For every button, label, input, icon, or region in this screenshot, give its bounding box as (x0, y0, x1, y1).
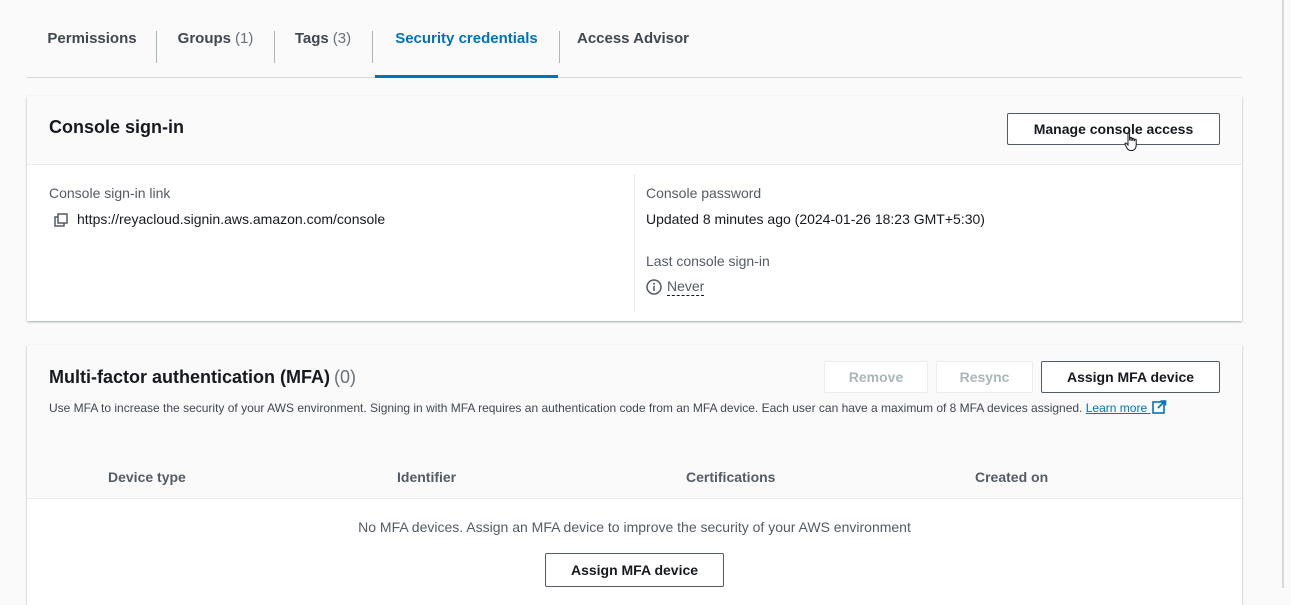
mfa-description-text: Use MFA to increase the security of your… (49, 401, 1083, 415)
copy-icon[interactable] (54, 213, 68, 227)
console-signin-title: Console sign-in (49, 117, 184, 137)
tab-tags[interactable]: Tags (3) (274, 0, 372, 77)
tab-label: Security credentials (395, 30, 538, 47)
assign-mfa-device-empty-button[interactable]: Assign MFA device (545, 553, 724, 587)
mfa-card: Multi-factor authentication (MFA) (0) Rem… (27, 345, 1242, 605)
mfa-title-text: Multi-factor authentication (MFA) (49, 367, 330, 387)
console-password-value: Updated 8 minutes ago (2024-01-26 18:23 … (646, 211, 985, 227)
mfa-title: Multi-factor authentication (MFA) (0) (49, 367, 356, 388)
learn-more-label: Learn more (1085, 401, 1148, 415)
console-signin-link-label: Console sign-in link (49, 185, 171, 201)
column-header-device-type[interactable]: Device type (108, 469, 186, 485)
tab-label: Groups (177, 30, 231, 47)
column-header-identifier[interactable]: Identifier (397, 469, 456, 485)
info-icon (646, 279, 662, 295)
external-link-icon (1152, 400, 1167, 414)
assign-mfa-device-button[interactable]: Assign MFA device (1041, 361, 1220, 393)
page-right-border (1282, 0, 1284, 588)
column-divider (634, 174, 635, 312)
tab-divider (372, 31, 373, 63)
column-header-certifications[interactable]: Certifications (686, 469, 775, 485)
mfa-empty-message: No MFA devices. Assign an MFA device to … (358, 519, 911, 535)
mfa-header: Multi-factor authentication (MFA) (0) Rem… (27, 345, 1242, 453)
column-header-created-on[interactable]: Created on (975, 469, 1048, 485)
tab-label: Permissions (47, 30, 137, 47)
tab-count: (3) (332, 30, 352, 47)
resync-button[interactable]: Resync (936, 361, 1033, 393)
console-signin-header: Console sign-in Manage console access (27, 96, 1242, 165)
console-signin-link-value[interactable]: https://reyacloud.signin.aws.amazon.com/… (77, 211, 385, 227)
tab-groups[interactable]: Groups (1) (157, 0, 274, 77)
console-signin-card: Console sign-in Manage console access Co… (27, 96, 1242, 321)
last-console-signin-value[interactable]: Never (667, 278, 705, 296)
mfa-count: (0) (333, 367, 356, 387)
mfa-table-header: Device type Identifier Certifications Cr… (27, 453, 1242, 499)
tab-bar: Permissions Groups (1) Tags (3) Security… (27, 0, 1242, 78)
tab-access-advisor[interactable]: Access Advisor (560, 0, 706, 77)
tab-count: (1) (235, 30, 254, 47)
tab-security-credentials[interactable]: Security credentials (375, 0, 558, 78)
remove-button[interactable]: Remove (824, 361, 928, 393)
hand-cursor-icon (1124, 132, 1137, 151)
tab-permissions[interactable]: Permissions (27, 0, 157, 77)
mfa-description: Use MFA to increase the security of your… (49, 400, 1219, 417)
learn-more-link[interactable]: Learn more (1085, 400, 1168, 415)
console-password-label: Console password (646, 185, 762, 201)
last-console-signin-label: Last console sign-in (646, 253, 770, 269)
manage-console-access-button[interactable]: Manage console access (1007, 113, 1220, 145)
tab-label: Access Advisor (576, 30, 689, 47)
tab-label: Tags (294, 30, 329, 47)
